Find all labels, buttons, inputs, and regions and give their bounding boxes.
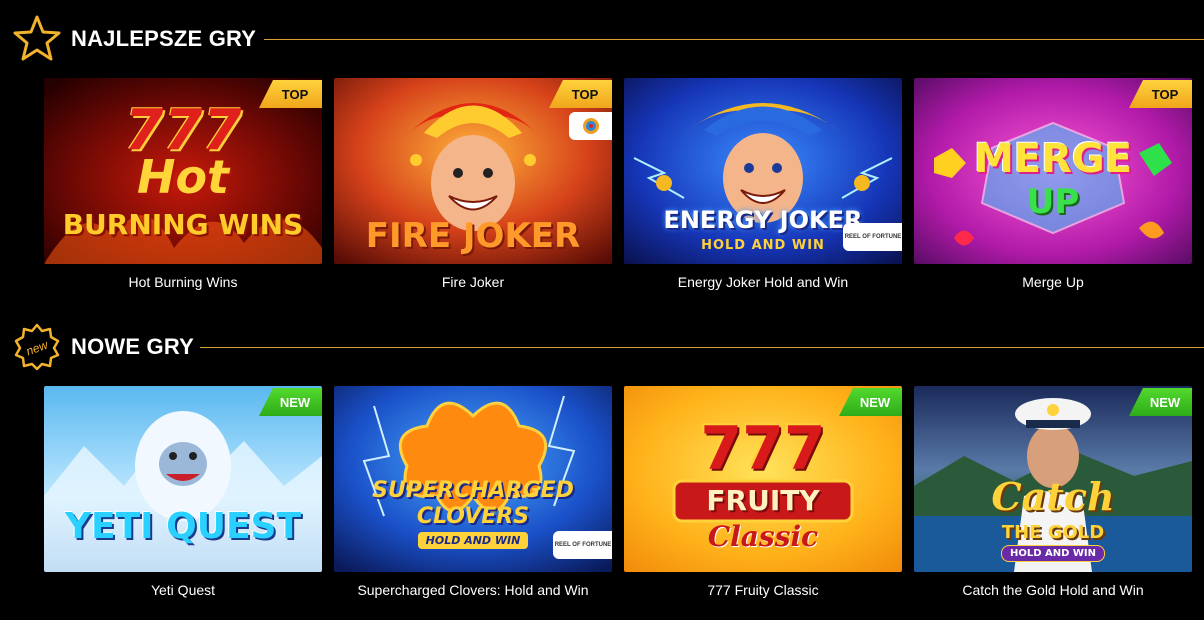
section-header: NAJLEPSZE GRY (0, 0, 1204, 78)
game-thumbnail[interactable]: FIRE JOKER TOP (334, 78, 612, 264)
section-divider (264, 39, 1204, 40)
art-title-fire-joker: FIRE JOKER (365, 216, 581, 256)
new-icon-text: new (24, 337, 51, 358)
art-title-supercharged: SUPERCHARGED (372, 478, 574, 503)
art-subtitle: HOLD AND WIN (914, 545, 1192, 562)
art-title-777: 777 (700, 414, 826, 484)
game-title[interactable]: Yeti Quest (44, 582, 322, 598)
art-title-classic: Classic (707, 520, 819, 553)
new-badge-icon: new (14, 323, 60, 370)
art-title-yeti: YETI QUEST (64, 506, 302, 547)
game-card-merge-up[interactable]: MERGE UP TOP Merge Up (914, 78, 1192, 290)
wheel-icon (583, 118, 599, 134)
art-title-fruity: FRUITY (706, 484, 820, 517)
provider-logo (569, 112, 612, 140)
game-title[interactable]: Catch the Gold Hold and Win (914, 582, 1192, 598)
game-title[interactable]: 777 Fruity Classic (624, 582, 902, 598)
game-thumbnail[interactable]: 777 Hot BURNING WINS TOP (44, 78, 322, 264)
game-card-777-fruity-classic[interactable]: 777 FRUITY Classic NEW 777 Fruity Classi… (624, 386, 902, 598)
section-title: NOWE GRY (71, 334, 195, 359)
star-icon (13, 15, 61, 61)
game-thumbnail[interactable]: MERGE UP TOP (914, 78, 1192, 264)
game-thumbnail[interactable]: Catch THE GOLD HOLD AND WIN NEW (914, 386, 1192, 572)
art-title-burning: BURNING WINS (62, 208, 304, 241)
game-thumbnail[interactable]: 777 FRUITY Classic NEW (624, 386, 902, 572)
art-title-up: UP (1026, 182, 1080, 222)
art-subtitle-text: HOLD AND WIN (417, 532, 529, 549)
art-title-merge: MERGE (973, 136, 1133, 182)
game-card-energy-joker[interactable]: ENERGY JOKER HOLD AND WIN REEL OF FORTUN… (624, 78, 902, 290)
art-title-gold: THE GOLD (1001, 522, 1105, 543)
game-card-fire-joker[interactable]: FIRE JOKER TOP Fire Joker (334, 78, 612, 290)
section-divider (200, 347, 1204, 348)
game-card-yeti-quest[interactable]: YETI QUEST NEW Yeti Quest (44, 386, 322, 598)
game-thumbnail[interactable]: SUPERCHARGED CLOVERS HOLD AND WIN REEL O… (334, 386, 612, 572)
provider-logo: REEL OF FORTUNE (553, 531, 612, 559)
game-title[interactable]: Fire Joker (334, 274, 612, 290)
art-title-clovers: CLOVERS (416, 504, 530, 529)
provider-logo: REEL OF FORTUNE (843, 223, 902, 251)
game-title[interactable]: Merge Up (914, 274, 1192, 290)
game-card-supercharged-clovers[interactable]: SUPERCHARGED CLOVERS HOLD AND WIN REEL O… (334, 386, 612, 598)
game-title[interactable]: Supercharged Clovers: Hold and Win (334, 582, 612, 598)
game-title[interactable]: Energy Joker Hold and Win (624, 274, 902, 290)
game-thumbnail[interactable]: YETI QUEST NEW (44, 386, 322, 572)
art-title-catch: Catch (991, 474, 1115, 519)
game-title[interactable]: Hot Burning Wins (44, 274, 322, 290)
section-title: NAJLEPSZE GRY (71, 26, 257, 51)
art-title-hot: Hot (136, 150, 230, 204)
game-card-catch-the-gold[interactable]: Catch THE GOLD HOLD AND WIN NEW Catch th… (914, 386, 1192, 598)
game-card-hot-burning-wins[interactable]: 777 Hot BURNING WINS TOP Hot Burning Win… (44, 78, 322, 290)
section-header: new NOWE GRY (0, 308, 1204, 386)
game-thumbnail[interactable]: ENERGY JOKER HOLD AND WIN REEL OF FORTUN… (624, 78, 902, 264)
art-subtitle-text: HOLD AND WIN (1000, 545, 1106, 562)
